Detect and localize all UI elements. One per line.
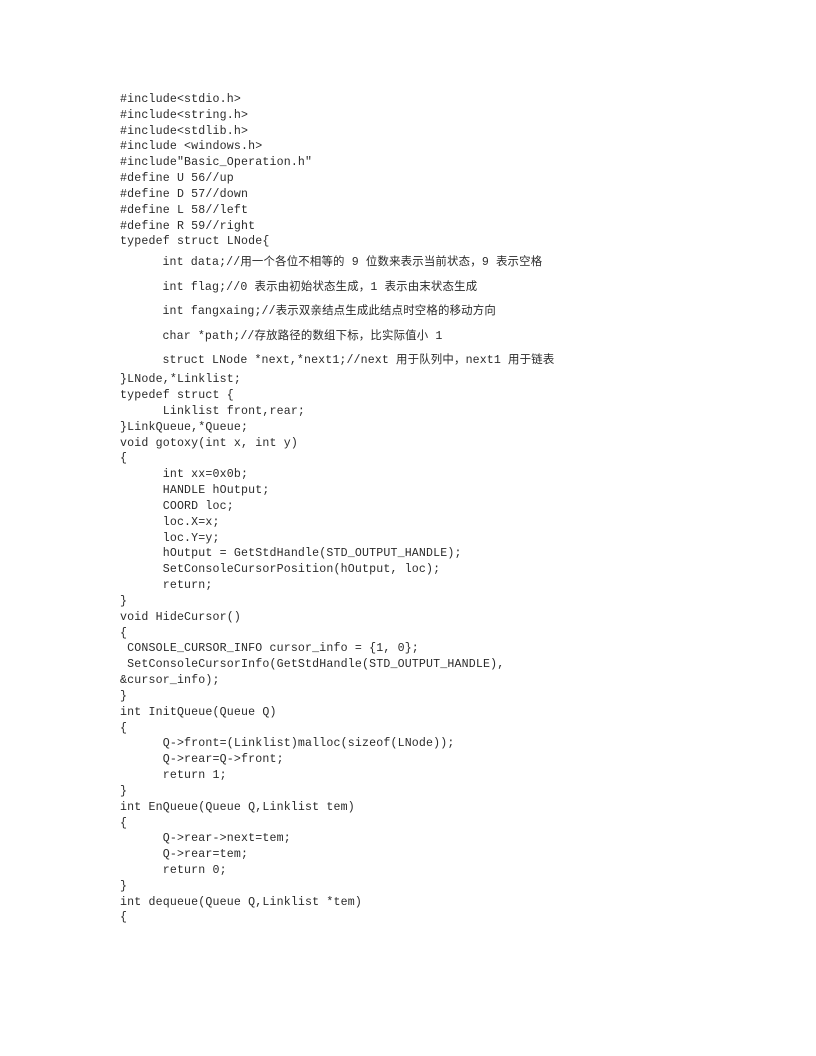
code-line: CONSOLE_CURSOR_INFO cursor_info = {1, 0}…: [120, 642, 419, 656]
code-line: return 0;: [120, 863, 227, 877]
code-line: Q->rear=tem;: [120, 848, 249, 862]
code-line: typedef struct {: [120, 389, 234, 403]
code-line: int EnQueue(Queue Q,Linklist tem): [120, 800, 355, 814]
code-line: &cursor_info);: [120, 674, 220, 688]
code-line: }: [120, 689, 128, 703]
code-line: hOutput = GetStdHandle(STD_OUTPUT_HANDLE…: [120, 547, 462, 561]
code-line: SetConsoleCursorPosition(hOutput, loc);: [120, 563, 441, 577]
code-line: }: [120, 594, 128, 608]
code-line: loc.X=x;: [120, 515, 220, 529]
code-line: {: [120, 626, 128, 640]
cjk-run: 表示空格: [495, 254, 543, 269]
code-line: int xx=0x0b;: [120, 468, 249, 482]
code-line: SetConsoleCursorInfo(GetStdHandle(STD_OU…: [120, 658, 505, 672]
document-page: #include<stdio.h> #include<string.h> #incl…: [0, 0, 816, 1056]
code-line: return;: [120, 579, 213, 593]
code-line: }: [120, 784, 128, 798]
code-line: Q->rear=Q->front;: [120, 753, 284, 767]
code-line: #include"Basic_Operation.h": [120, 156, 313, 170]
code-line: void HideCursor(): [120, 610, 241, 624]
code-line: int data;//用一个各位不相等的 9 位数来表示当前状态，9 表示空格: [120, 254, 543, 270]
cjk-run: 用于队列中，: [396, 351, 466, 366]
code-line: Q->front=(Linklist)malloc(sizeof(LNode))…: [120, 737, 455, 751]
code-listing: #include<stdio.h> #include<string.h> #incl…: [120, 92, 720, 926]
code-line: {: [120, 911, 128, 925]
code-line: {: [120, 816, 128, 830]
code-line: #define U 56//up: [120, 172, 234, 186]
code-line: char *path;//存放路径的数组下标，比实际值小 1: [120, 327, 443, 343]
code-line: }: [120, 879, 128, 893]
code-line: return 1;: [120, 769, 227, 783]
code-line: int InitQueue(Queue Q): [120, 705, 277, 719]
code-line: #include <windows.h>: [120, 140, 263, 154]
code-line: void gotoxy(int x, int y): [120, 436, 298, 450]
code-line: {: [120, 721, 128, 735]
cjk-run: 位数来表示当前状态，: [365, 254, 482, 269]
code-line: }LinkQueue,*Queue;: [120, 420, 249, 434]
code-line: {: [120, 452, 128, 466]
code-line: int fangxaing;//表示双亲结点生成此结点时空格的移动方向: [120, 303, 496, 319]
code-line: int flag;//0 表示由初始状态生成，1 表示由末状态生成: [120, 278, 478, 294]
code-line: #include<stdlib.h>: [120, 124, 249, 138]
code-line: Linklist front,rear;: [120, 404, 306, 418]
code-line: int dequeue(Queue Q,Linklist *tem): [120, 895, 362, 909]
code-line: #define R 59//right: [120, 219, 256, 233]
code-line: }LNode,*Linklist;: [120, 373, 241, 387]
cjk-run: 用于链表: [508, 351, 555, 366]
code-line: #include<stdio.h>: [120, 93, 241, 106]
cjk-run: 表示由末状态生成: [384, 278, 478, 293]
code-line: typedef struct LNode{: [120, 235, 270, 249]
code-line: #define L 58//left: [120, 203, 249, 217]
code-line: Q->rear->next=tem;: [120, 832, 291, 846]
code-line: #include<string.h>: [120, 108, 249, 122]
cjk-run: 表示双亲结点生成此结点时空格的移动方向: [275, 303, 496, 318]
code-line: #define D 57//down: [120, 187, 249, 201]
code-line: struct LNode *next,*next1;//next 用于队列中，n…: [120, 351, 555, 367]
cjk-run: 用一个各位不相等的: [240, 254, 345, 269]
cjk-run: 存放路径的数组下标，比实际值小: [254, 327, 429, 342]
cjk-run: 表示由初始状态生成，: [254, 278, 371, 293]
code-line: COORD loc;: [120, 499, 234, 513]
code-line: HANDLE hOutput;: [120, 484, 270, 498]
code-line: loc.Y=y;: [120, 531, 220, 545]
